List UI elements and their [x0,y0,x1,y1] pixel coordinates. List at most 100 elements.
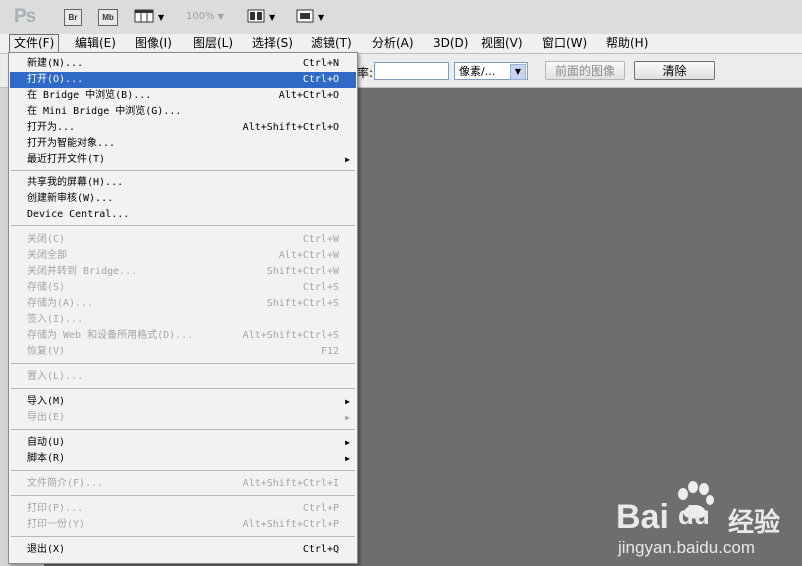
menu-item-print[interactable]: 打印(P)... Ctrl+P [10,501,356,517]
arrange-documents-button[interactable]: ▼ [247,8,275,27]
menu-item-scripts[interactable]: 脚本(R) ▶ [10,451,356,467]
menu-select[interactable]: 选择(S) [248,35,297,52]
menu-separator [11,429,355,430]
menu-item-new-review[interactable]: 创建新审核(W)... [10,191,356,207]
menu-help[interactable]: 帮助(H) [602,35,652,52]
menu-item-label: 导入(M) [27,396,66,407]
menu-item-shortcut: Alt+Shift+Ctrl+I [242,478,339,489]
menu-separator [11,495,355,496]
menu-3d[interactable]: 3D(D) [429,35,472,52]
menu-item-label: 存储(S) [27,282,66,293]
menu-item-share-screen[interactable]: 共享我的屏幕(H)... [10,175,356,191]
menu-image[interactable]: 图像(I) [131,35,176,52]
menu-item-save-for-web[interactable]: 存储为 Web 和设备所用格式(D)... Alt+Shift+Ctrl+S [10,328,356,344]
menu-item-close[interactable]: 关闭(C) Ctrl+W [10,232,356,248]
resolution-input[interactable] [374,62,449,80]
chevron-down-icon: ▼ [217,12,224,21]
menu-item-label: 关闭(C) [27,234,66,245]
clear-button[interactable]: 清除 [634,61,715,80]
bridge-button[interactable]: Br [64,9,82,26]
menu-separator [11,225,355,226]
menu-separator [11,170,355,171]
submenu-arrow-icon: ▶ [345,413,350,422]
menu-item-shortcut: Ctrl+P [302,503,339,514]
menu-item-shortcut: Alt+Ctrl+W [278,250,339,261]
front-image-button[interactable]: 前面的图像 [545,61,625,80]
menu-item-label: 导出(E) [27,412,66,423]
chevron-down-icon: ▼ [318,13,325,22]
menu-filter[interactable]: 滤镜(T) [307,35,356,52]
menu-item-import[interactable]: 导入(M) ▶ [10,394,356,410]
film-grid-icon [134,8,154,27]
menu-item-exit[interactable]: 退出(X) Ctrl+Q [10,542,356,558]
menu-analysis[interactable]: 分析(A) [368,35,418,52]
screen-mode-icon [296,8,314,27]
file-menu-dropdown: 新建(N)... Ctrl+N 打开(O)... Ctrl+O 在 Bridge 中… [8,52,358,564]
menu-item-check-in[interactable]: 签入(I)... [10,312,356,328]
menu-item-label: 存储为(A)... [27,298,94,309]
menu-separator [11,470,355,471]
menu-item-save[interactable]: 存储(S) Ctrl+S [10,280,356,296]
application-bar: Ps Br Mb ▼ 100% ▼ ▼ ▼ [0,0,802,35]
menu-item-label: Device Central... [27,209,130,220]
unit-select[interactable]: 像素/... ▼ [454,62,528,80]
menu-item-label: 打开(O)... [27,74,84,85]
screen-mode-button[interactable]: ▼ [296,8,324,27]
menu-separator [11,363,355,364]
menu-item-export[interactable]: 导出(E) ▶ [10,410,356,426]
watermark-url: jingyan.baidu.com [618,538,756,557]
zoom-level[interactable]: 100% ▼ [186,11,224,22]
chevron-down-icon: ▼ [510,64,526,80]
menu-separator [11,536,355,537]
menu-item-recent-files[interactable]: 最近打开文件(T) ▶ [10,152,356,168]
menu-item-shortcut: F12 [320,346,339,357]
menu-item-label: 共享我的屏幕(H)... [27,177,124,188]
menu-window[interactable]: 窗口(W) [538,35,591,52]
menu-item-revert[interactable]: 恢复(V) F12 [10,344,356,360]
menu-item-browse-bridge[interactable]: 在 Bridge 中浏览(B)... Alt+Ctrl+O [10,88,356,104]
menu-item-label: 置入(L)... [27,371,84,382]
menu-item-label: 创建新审核(W)... [27,193,114,204]
menu-item-automate[interactable]: 自动(U) ▶ [10,435,356,451]
menu-item-device-central[interactable]: Device Central... [10,207,356,223]
menu-item-label: 在 Mini Bridge 中浏览(G)... [27,106,182,117]
submenu-arrow-icon: ▶ [345,454,350,463]
menu-separator [11,388,355,389]
unit-value: 像素/... [459,65,496,78]
menu-item-label: 最近打开文件(T) [27,154,106,165]
menu-item-shortcut: Alt+Shift+Ctrl+S [242,330,339,341]
menu-edit[interactable]: 编辑(E) [71,35,120,52]
arrange-icon [247,8,265,27]
mini-bridge-button[interactable]: Mb [98,9,118,26]
menu-item-shortcut: Alt+Shift+Ctrl+O [242,122,339,133]
menu-item-shortcut: Ctrl+W [302,234,339,245]
menu-item-shortcut: Ctrl+N [302,58,339,69]
menu-layer[interactable]: 图层(L) [189,35,237,52]
menu-file[interactable]: 文件(F) [9,34,60,53]
menu-item-open-as[interactable]: 打开为... Alt+Shift+Ctrl+O [10,120,356,136]
menu-item-shortcut: Alt+Shift+Ctrl+P [242,519,339,530]
menu-item-label: 恢复(V) [27,346,66,357]
menu-item-new[interactable]: 新建(N)... Ctrl+N [10,56,356,72]
menu-item-label: 打印(P)... [27,503,84,514]
menu-item-label: 关闭并转到 Bridge... [27,266,138,277]
menu-item-place[interactable]: 置入(L)... [10,369,356,385]
menu-item-label: 打印一份(Y) [27,519,86,530]
menu-item-close-all[interactable]: 关闭全部 Alt+Ctrl+W [10,248,356,264]
menu-view[interactable]: 视图(V) [477,35,527,52]
menu-item-close-go-bridge[interactable]: 关闭并转到 Bridge... Shift+Ctrl+W [10,264,356,280]
submenu-arrow-icon: ▶ [345,438,350,447]
menu-item-label: 自动(U) [27,437,66,448]
watermark-brand-du: du [678,500,710,530]
menu-item-browse-mini-bridge[interactable]: 在 Mini Bridge 中浏览(G)... [10,104,356,120]
submenu-arrow-icon: ▶ [345,397,350,406]
menu-item-open[interactable]: 打开(O)... Ctrl+O [10,72,356,88]
view-extras-button[interactable]: ▼ [134,8,164,27]
resolution-label: 率: [357,66,374,80]
menu-item-open-smart-object[interactable]: 打开为智能对象... [10,136,356,152]
menu-item-shortcut: Alt+Ctrl+O [278,90,339,101]
menu-item-print-one-copy[interactable]: 打印一份(Y) Alt+Shift+Ctrl+P [10,517,356,533]
menu-item-file-info[interactable]: 文件简介(F)... Alt+Shift+Ctrl+I [10,476,356,492]
menu-item-save-as[interactable]: 存储为(A)... Shift+Ctrl+S [10,296,356,312]
menu-item-shortcut: Shift+Ctrl+S [266,298,339,309]
